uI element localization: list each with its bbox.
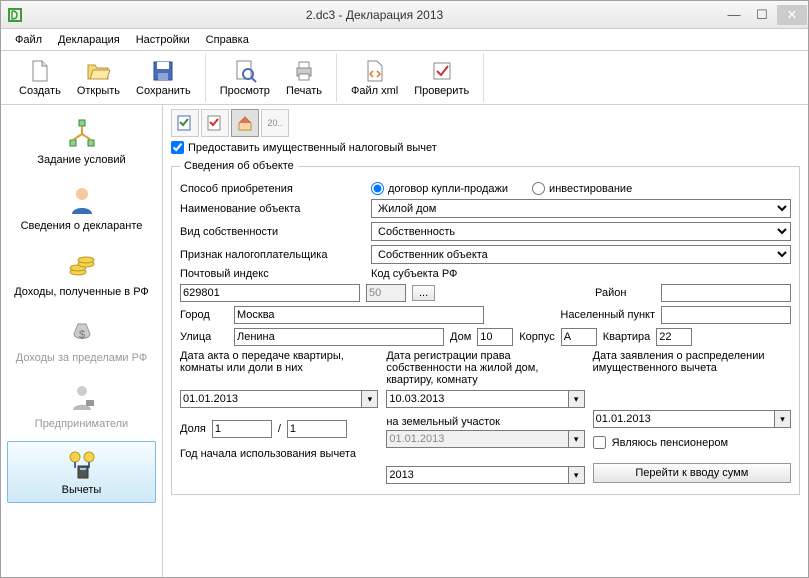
share-num-input[interactable] bbox=[212, 420, 272, 438]
share-label: Доля bbox=[180, 423, 206, 435]
acquisition-label: Способ приобретения bbox=[180, 183, 365, 195]
object-name-select[interactable]: Жилой дом bbox=[371, 199, 791, 218]
date-reg-input[interactable] bbox=[386, 390, 568, 408]
date-land-dropdown[interactable]: ▾ bbox=[569, 430, 585, 448]
window-title: 2.dc3 - Декларация 2013 bbox=[29, 8, 720, 22]
pension-checkbox[interactable] bbox=[593, 436, 606, 449]
date-act-input[interactable] bbox=[180, 390, 362, 408]
date-app-label: Дата заявления о распределении имуществе… bbox=[593, 350, 791, 388]
house-label: Дом bbox=[450, 331, 471, 343]
mini-btn-1[interactable] bbox=[171, 109, 199, 137]
flat-input[interactable] bbox=[656, 328, 692, 346]
print-button[interactable]: Печать bbox=[278, 53, 330, 102]
preview-icon bbox=[233, 59, 257, 83]
fieldset-title: Сведения об объекте bbox=[180, 160, 298, 172]
check-icon bbox=[430, 59, 454, 83]
ownership-type-label: Вид собственности bbox=[180, 226, 365, 238]
flat-label: Квартира bbox=[603, 331, 651, 343]
menu-declaration[interactable]: Декларация bbox=[50, 32, 128, 48]
taxpayer-select[interactable]: Собственник объекта bbox=[371, 245, 791, 264]
block-input[interactable] bbox=[561, 328, 597, 346]
mini-btn-doc[interactable]: 20.. bbox=[261, 109, 289, 137]
create-button[interactable]: Создать bbox=[11, 53, 69, 102]
person-icon bbox=[66, 184, 98, 216]
radio-invest[interactable]: инвестирование bbox=[532, 182, 632, 195]
district-input[interactable] bbox=[661, 284, 791, 302]
xml-file-icon bbox=[363, 59, 387, 83]
preview-button[interactable]: Просмотр bbox=[212, 53, 278, 102]
xml-button[interactable]: Файл xml bbox=[343, 53, 406, 102]
print-icon bbox=[292, 59, 316, 83]
date-act-dropdown[interactable]: ▾ bbox=[362, 390, 378, 408]
provide-deduction-label: Предоставить имущественный налоговый выч… bbox=[188, 142, 437, 154]
check-button[interactable]: Проверить bbox=[406, 53, 477, 102]
save-button[interactable]: Сохранить bbox=[128, 53, 199, 102]
menu-settings[interactable]: Настройки bbox=[128, 32, 198, 48]
sidebar-item-income-abroad: $ Доходы за пределами РФ bbox=[7, 309, 156, 371]
house-input[interactable] bbox=[477, 328, 513, 346]
date-land-input bbox=[386, 430, 568, 448]
open-button[interactable]: Открыть bbox=[69, 53, 128, 102]
sidebar-item-entrepreneur: Предприниматели bbox=[7, 375, 156, 437]
new-file-icon bbox=[28, 59, 52, 83]
date-app-dropdown[interactable]: ▾ bbox=[775, 410, 791, 428]
subj-lookup-button[interactable]: ... bbox=[412, 285, 435, 301]
share-den-input[interactable] bbox=[287, 420, 347, 438]
subj-input bbox=[366, 284, 406, 302]
sidebar-item-deductions[interactable]: Вычеты bbox=[7, 441, 156, 503]
year-start-label: Год начала использования вычета bbox=[180, 448, 378, 460]
money-bag-icon: $ bbox=[66, 316, 98, 348]
town-label: Населенный пункт bbox=[560, 309, 655, 321]
ownership-type-select[interactable]: Собственность bbox=[371, 222, 791, 241]
menu-help[interactable]: Справка bbox=[198, 32, 257, 48]
date-reg-label: Дата регистрации права собственности на … bbox=[386, 350, 584, 388]
sidebar-item-declarant[interactable]: Сведения о декларанте bbox=[7, 177, 156, 239]
radio-sale[interactable]: договор купли-продажи bbox=[371, 182, 508, 195]
svg-text:$: $ bbox=[78, 329, 84, 341]
share-sep: / bbox=[278, 423, 281, 435]
save-icon bbox=[151, 59, 175, 83]
sidebar-item-conditions[interactable]: Задание условий bbox=[7, 111, 156, 173]
town-input[interactable] bbox=[661, 306, 791, 324]
post-label: Почтовый индекс bbox=[180, 268, 365, 280]
app-icon bbox=[7, 7, 23, 23]
date-act-label: Дата акта о передаче квартиры, комнаты и… bbox=[180, 350, 378, 388]
date-reg-dropdown[interactable]: ▾ bbox=[569, 390, 585, 408]
sidebar-item-income-rf[interactable]: Доходы, полученные в РФ bbox=[7, 243, 156, 305]
year-start-dropdown[interactable]: ▾ bbox=[569, 466, 585, 484]
date-app-input[interactable] bbox=[593, 410, 775, 428]
subj-label: Код субъекта РФ bbox=[371, 268, 536, 280]
menu-file[interactable]: Файл bbox=[7, 32, 50, 48]
calculator-icon bbox=[66, 448, 98, 480]
pension-label-row[interactable]: Являюсь пенсионером bbox=[593, 436, 791, 449]
object-name-label: Наименование объекта bbox=[180, 203, 365, 215]
go-to-sums-button[interactable]: Перейти к вводу сумм bbox=[593, 463, 791, 483]
businessman-icon bbox=[66, 382, 98, 414]
mini-btn-house[interactable] bbox=[231, 109, 259, 137]
conditions-icon bbox=[66, 118, 98, 150]
maximize-button[interactable]: ☐ bbox=[749, 5, 775, 25]
provide-deduction-checkbox[interactable] bbox=[171, 141, 184, 154]
date-land-label: на земельный участок bbox=[386, 416, 584, 428]
district-label: Район bbox=[595, 287, 655, 299]
block-label: Корпус bbox=[519, 331, 554, 343]
folder-open-icon bbox=[86, 59, 110, 83]
year-start-input[interactable] bbox=[386, 466, 568, 484]
city-input[interactable] bbox=[234, 306, 484, 324]
close-button[interactable]: ✕ bbox=[777, 5, 807, 25]
taxpayer-label: Признак налогоплательщика bbox=[180, 249, 365, 261]
coins-icon bbox=[66, 250, 98, 282]
street-input[interactable] bbox=[234, 328, 444, 346]
post-input[interactable] bbox=[180, 284, 360, 302]
street-label: Улица bbox=[180, 331, 228, 343]
minimize-button[interactable]: — bbox=[721, 5, 747, 25]
mini-btn-2[interactable] bbox=[201, 109, 229, 137]
city-label: Город bbox=[180, 309, 228, 321]
